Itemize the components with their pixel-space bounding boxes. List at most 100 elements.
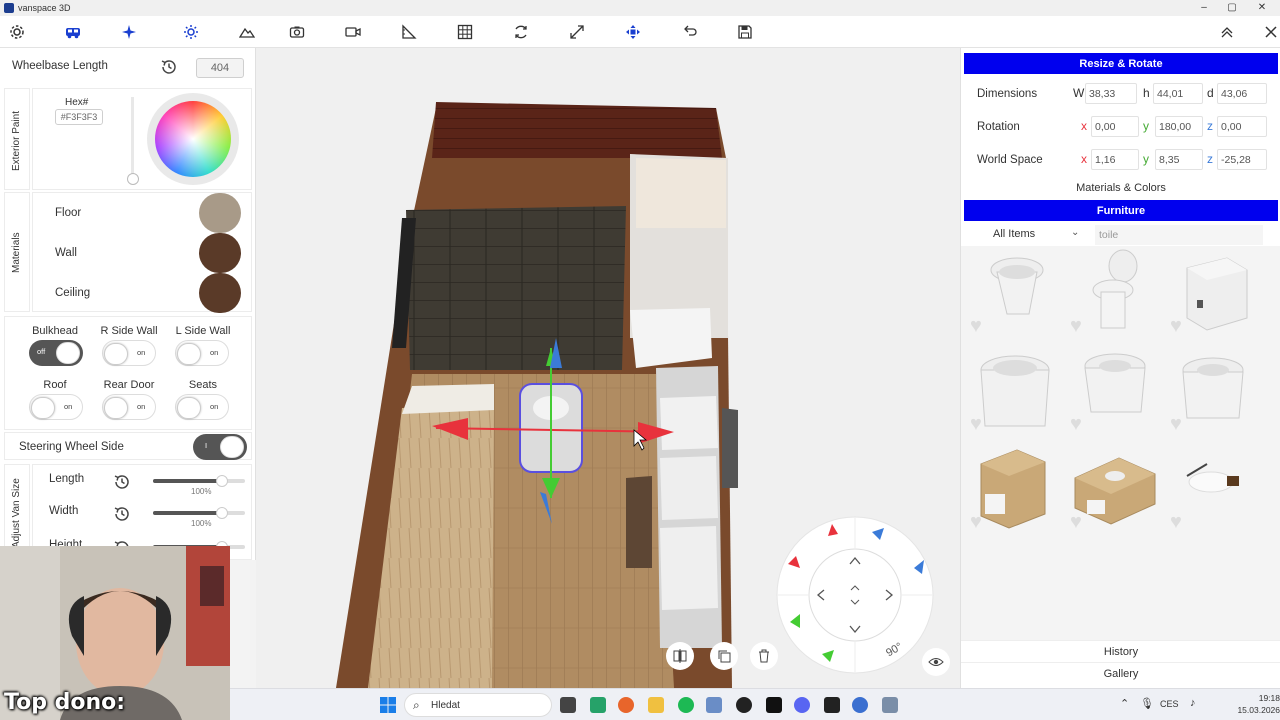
obs-icon[interactable] — [736, 697, 752, 713]
resize-rotate-header[interactable]: Resize & Rotate — [964, 53, 1278, 74]
grid-icon[interactable] — [454, 22, 476, 42]
world-y-input[interactable]: 8,35 — [1155, 149, 1203, 170]
length-slider[interactable] — [153, 475, 245, 487]
duplicate-button[interactable] — [710, 642, 738, 670]
rotate-icon[interactable] — [510, 22, 532, 42]
firefox-icon[interactable] — [618, 697, 634, 713]
r-side-wall-toggle[interactable]: on — [102, 340, 156, 366]
l-side-wall-toggle[interactable]: on — [175, 340, 229, 366]
windows-start-icon[interactable] — [380, 697, 396, 713]
settings-icon[interactable] — [882, 697, 898, 713]
rotation-y-input[interactable]: 180,00 — [1155, 116, 1203, 137]
floor-swatch[interactable] — [199, 193, 241, 233]
furniture-search-input[interactable]: toile — [1095, 225, 1263, 245]
discord-icon[interactable] — [794, 697, 810, 713]
furniture-item[interactable]: ♥ — [967, 444, 1063, 536]
van-icon[interactable] — [62, 22, 84, 42]
favorite-heart-icon[interactable]: ♥ — [970, 316, 992, 336]
material-row-ceiling[interactable]: Ceiling — [33, 273, 253, 313]
brightness-slider-thumb[interactable] — [127, 173, 139, 185]
brightness-slider-track[interactable] — [131, 97, 134, 177]
mountain-icon[interactable] — [236, 22, 258, 42]
category-select[interactable]: All Items — [993, 228, 1035, 240]
width-input[interactable]: 38,33 — [1085, 83, 1137, 104]
camera-icon[interactable] — [286, 22, 308, 42]
rear-door-toggle[interactable]: on — [102, 394, 156, 420]
clock-date[interactable]: 15.03.2026 — [1220, 705, 1280, 715]
favorite-heart-icon[interactable]: ♥ — [970, 414, 992, 434]
rotation-x-input[interactable]: 0,00 — [1091, 116, 1139, 137]
furniture-header[interactable]: Furniture — [964, 200, 1278, 221]
wall-swatch[interactable] — [199, 233, 241, 273]
language-indicator[interactable]: CES — [1160, 699, 1179, 709]
material-row-floor[interactable]: Floor — [33, 193, 253, 233]
move-icon[interactable] — [622, 22, 644, 42]
spotify-icon[interactable] — [678, 697, 694, 713]
close-icon[interactable] — [1260, 22, 1280, 42]
vanspace-icon[interactable] — [852, 697, 868, 713]
furniture-item[interactable]: ♥ — [1067, 248, 1163, 340]
reset-history-icon[interactable] — [160, 58, 178, 79]
bulkhead-toggle[interactable]: off — [29, 340, 83, 366]
furniture-item[interactable]: ♥ — [1067, 444, 1163, 536]
seats-toggle[interactable]: on — [175, 394, 229, 420]
furniture-item[interactable]: ♥ — [1167, 346, 1263, 438]
wheelbase-input[interactable]: 404 — [196, 58, 244, 78]
materials-colors-tab[interactable]: Materials & Colors — [961, 178, 1280, 198]
depth-input[interactable]: 43,06 — [1217, 83, 1267, 104]
undo-icon[interactable] — [678, 22, 700, 42]
video-icon[interactable] — [342, 22, 364, 42]
calculator-icon[interactable] — [706, 697, 722, 713]
world-z-input[interactable]: -25,28 — [1217, 149, 1267, 170]
expand-icon[interactable] — [566, 22, 588, 42]
delete-button[interactable] — [750, 642, 778, 670]
gallery-tab[interactable]: Gallery — [961, 662, 1280, 684]
rotation-widget[interactable]: 90° — [774, 514, 936, 676]
height-input[interactable]: 44,01 — [1153, 83, 1203, 104]
furniture-item[interactable]: ♥ — [1067, 346, 1163, 438]
sun-icon[interactable] — [180, 22, 202, 42]
ruler-icon[interactable] — [398, 22, 420, 42]
visibility-button[interactable] — [922, 648, 950, 676]
folder-icon[interactable] — [648, 697, 664, 713]
microphone-icon[interactable]: 🎙 — [1140, 697, 1154, 710]
task-view-icon[interactable] — [560, 697, 576, 713]
app-icon[interactable] — [590, 697, 606, 713]
roof-toggle[interactable]: on — [29, 394, 83, 420]
world-x-input[interactable]: 1,16 — [1091, 149, 1139, 170]
save-icon[interactable] — [734, 22, 756, 42]
favorite-heart-icon[interactable]: ♥ — [1170, 512, 1192, 532]
steering-side-toggle[interactable]: I — [193, 434, 247, 460]
reset-width-icon[interactable] — [113, 505, 131, 526]
furniture-item[interactable]: ♥ — [967, 346, 1063, 438]
tray-chevron-up-icon[interactable]: ⌃ — [1120, 697, 1129, 710]
clock-time[interactable]: 19:18 — [1230, 693, 1280, 703]
favorite-heart-icon[interactable]: ♥ — [1070, 316, 1092, 336]
collapse-up-icon[interactable] — [1216, 22, 1238, 42]
material-row-wall[interactable]: Wall — [33, 233, 253, 273]
taskbar-search[interactable]: ⌕ Hledat — [404, 693, 552, 717]
width-slider[interactable] — [153, 507, 245, 519]
history-tab[interactable]: History — [961, 640, 1280, 662]
sparkle-icon[interactable] — [118, 22, 140, 42]
window-close-button[interactable]: ✕ — [1246, 0, 1278, 16]
favorite-heart-icon[interactable]: ♥ — [1070, 414, 1092, 434]
hex-input[interactable]: #F3F3F3 — [55, 109, 103, 125]
3d-viewport[interactable]: 90° — [256, 48, 960, 688]
volume-icon[interactable]: ♪ — [1190, 697, 1196, 709]
gear-icon[interactable] — [6, 22, 28, 42]
furniture-item[interactable]: ♥ — [1167, 444, 1263, 536]
maximize-button[interactable]: ▢ — [1216, 0, 1248, 16]
favorite-heart-icon[interactable]: ♥ — [1070, 512, 1092, 532]
mirror-button[interactable] — [666, 642, 694, 670]
ceiling-swatch[interactable] — [199, 273, 241, 313]
furniture-item[interactable]: ♥ — [967, 248, 1063, 340]
capcut-icon[interactable] — [766, 697, 782, 713]
reset-length-icon[interactable] — [113, 473, 131, 494]
furniture-item[interactable]: ♥ — [1167, 248, 1263, 340]
favorite-heart-icon[interactable]: ♥ — [1170, 316, 1192, 336]
favorite-heart-icon[interactable]: ♥ — [1170, 414, 1192, 434]
color-wheel[interactable] — [155, 101, 231, 177]
chevron-down-icon[interactable]: ⌄ — [1071, 227, 1079, 238]
rotation-z-input[interactable]: 0,00 — [1217, 116, 1267, 137]
